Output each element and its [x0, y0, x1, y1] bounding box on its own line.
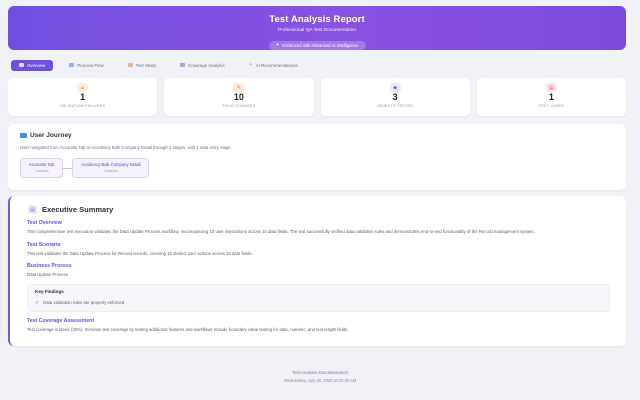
footer-title: Test Analysis Documentation [291, 370, 349, 375]
test-overview-text: This comprehensive test execution valida… [27, 229, 535, 234]
tab-coverage-analysis[interactable]: Coverage Analysis [172, 60, 232, 71]
coverage-assessment-title: Test Coverage Assessment [27, 317, 95, 324]
objects-icon: ◆ [389, 83, 401, 92]
journey-flow: Accounts Tab 7 actions Accidency Bulk Co… [20, 158, 626, 178]
stats-row: ▲ 1 VALIDATION FAILURES ✎ 10 FIELD CHANG… [8, 78, 626, 116]
key-findings-box: Key Findings ✓ Data validation rules are… [27, 283, 610, 312]
executive-summary-heading: ▤ Executive Summary [28, 205, 626, 214]
stat-value: 1 [548, 92, 554, 102]
flow-icon [69, 63, 75, 67]
user-journey-heading: User Journey [20, 132, 626, 139]
executive-summary-card: ▤ Executive Summary Test Overview This c… [8, 196, 626, 346]
warning-icon: ▲ [77, 83, 89, 92]
executive-summary-title: Executive Summary [42, 205, 114, 214]
stat-value: 10 [233, 92, 244, 102]
journey-node-accounts-tab[interactable]: Accounts Tab 7 actions [20, 158, 64, 178]
stat-validation-failures: ▲ 1 VALIDATION FAILURES [8, 78, 158, 116]
ai-badge-label: Enhanced with Advanced AI Intelligence [282, 42, 359, 48]
tab-ai-recommendations-label: AI Recommendations [255, 62, 298, 68]
tab-ai-recommendations[interactable]: ✦ AI Recommendations [241, 60, 306, 71]
tab-process-flow[interactable]: Process Flow [61, 60, 111, 71]
test-scenario-text: This test validates the Data Update Proc… [27, 250, 253, 256]
journey-node-sub: 7 actions [34, 169, 49, 173]
report-header: Test Analysis Report Professional QA Tes… [8, 6, 626, 50]
stat-field-changes: ✎ 10 FIELD CHANGES [164, 78, 314, 116]
steps-icon [127, 63, 133, 67]
stat-label: VALIDATION FAILURES [60, 104, 106, 108]
tab-test-steps-label: Test Steps [135, 62, 157, 68]
stat-label: FIELD CHANGES [222, 104, 256, 108]
sparkle-icon: ✦ [275, 42, 280, 47]
document-icon: ▤ [545, 83, 557, 92]
report-subtitle: Professional QA Test Documentation [277, 28, 357, 33]
test-scenario-title: Test Scenario [27, 241, 61, 248]
tab-coverage-analysis-label: Coverage Analysis [188, 62, 225, 68]
journey-node-company-detail[interactable]: Accidency Bulk Company Detail 3 actions [72, 158, 150, 178]
tab-overview[interactable]: Overview [11, 59, 54, 71]
business-process-text: Data Update Process [27, 272, 68, 277]
tab-test-steps[interactable]: Test Steps [120, 60, 165, 71]
stat-label: OBJECTS TESTED [377, 104, 414, 108]
journey-node-sub: 3 actions [103, 169, 118, 173]
grid-icon [19, 63, 24, 67]
user-journey-card: User Journey User navigated from Account… [8, 124, 626, 190]
report-title: Test Analysis Report [269, 14, 365, 25]
edit-icon: ✎ [233, 83, 245, 92]
check-icon: ✓ [35, 299, 40, 306]
page-footer: Test Analysis Documentation Wednesday, J… [0, 370, 640, 383]
document-icon: ▤ [28, 205, 37, 214]
test-overview-title: Test Overview [27, 220, 62, 226]
stat-value: 3 [392, 92, 398, 102]
user-journey-title: User Journey [30, 132, 72, 139]
tab-bar: Overview Process Flow Test Steps Coverag… [8, 57, 626, 73]
finding-item: ✓ Data validation rules are properly enf… [35, 300, 602, 306]
key-findings-title: Key Findings [35, 288, 64, 294]
coverage-icon [180, 63, 186, 67]
business-process-title: Business Process [27, 263, 72, 269]
ai-badge: ✦ Enhanced with Advanced AI Intelligence [268, 40, 366, 50]
journey-connector [63, 167, 73, 169]
tab-process-flow-label: Process Flow [77, 62, 104, 68]
footer-timestamp: Wednesday, July 30, 2025 at 02:30 AM [283, 378, 357, 383]
stat-label: TEST CASES [538, 104, 565, 108]
sparkle-icon: ✦ [248, 62, 253, 68]
stat-objects-tested: ◆ 3 OBJECTS TESTED [320, 78, 470, 116]
user-journey-description: User navigated from Accounts Tab to Acci… [20, 145, 233, 150]
finding-text: Data validation rules are properly enfor… [43, 300, 125, 305]
stat-test-cases: ▤ 1 TEST CASES [476, 78, 626, 116]
coverage-assessment-text: Test coverage is Basic (30%). Increase t… [27, 326, 348, 332]
journey-icon [20, 133, 27, 138]
stat-value: 1 [80, 92, 86, 102]
journey-node-title: Accidency Bulk Company Detail [81, 162, 141, 167]
journey-node-title: Accounts Tab [29, 162, 55, 167]
tab-overview-label: Overview [27, 62, 46, 68]
